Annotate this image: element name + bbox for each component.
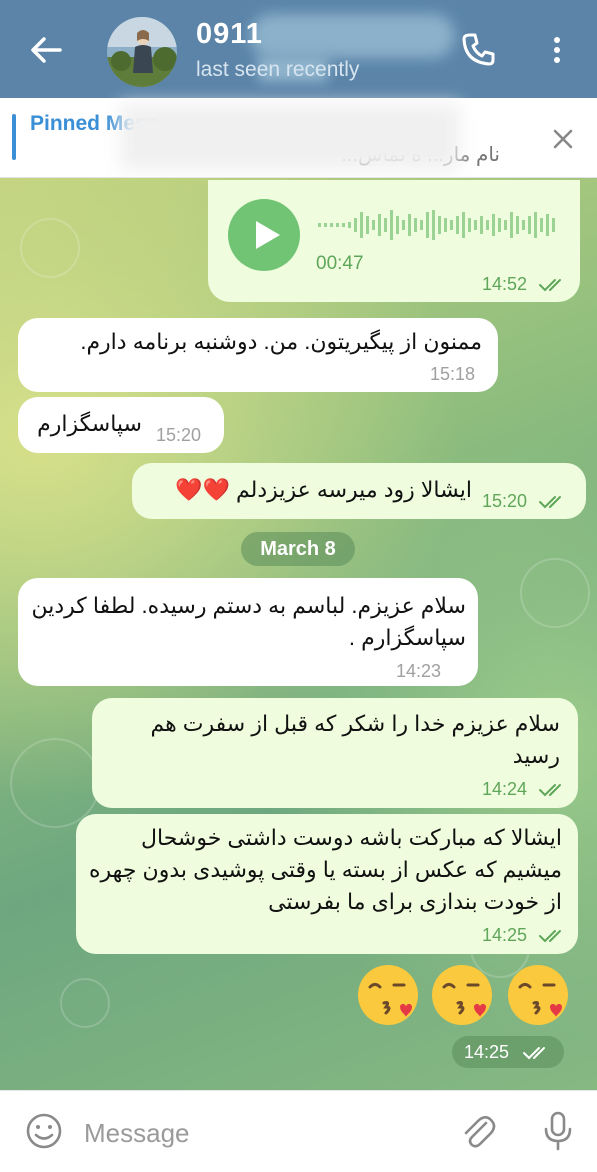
message-text: ایشالا زود میرسه عزیزدلم ❤️❤️ (175, 477, 472, 502)
microphone-icon[interactable] (538, 1109, 578, 1153)
play-icon (256, 221, 280, 249)
kissing-heart-emoji-icon[interactable] (356, 963, 420, 1027)
contact-title: 0911 (196, 18, 263, 50)
wallpaper-doodle (520, 558, 590, 628)
kissing-heart-emoji-icon[interactable] (430, 963, 494, 1027)
double-check-icon (539, 279, 561, 292)
message-time: 14:52 (482, 274, 528, 294)
more-vertical-icon[interactable] (543, 30, 571, 70)
chat-header: 0911 last seen recently (0, 0, 597, 98)
paperclip-icon[interactable] (458, 1111, 498, 1151)
double-check-icon (523, 1047, 545, 1060)
voice-waveform[interactable] (318, 208, 558, 242)
message-time: 15:20 (482, 491, 528, 511)
message-composer (0, 1090, 597, 1172)
message-time: 15:20 (156, 425, 202, 445)
redacted-pinned-blur (120, 104, 460, 170)
message-time: 14:24 (482, 779, 528, 799)
message-text: سلام عزیزم خدا را شکر که قبل از سفرت هم … (150, 711, 560, 768)
wallpaper-doodle (10, 738, 100, 828)
message-time: 15:18 (430, 364, 476, 384)
date-separator: March 8 (241, 532, 355, 566)
message-input[interactable] (84, 1113, 424, 1153)
redacted-title-blur (250, 14, 455, 58)
voice-duration: 00:47 (316, 253, 364, 274)
message-text: ایشالا که مبارکت باشه دوست داشتی خوشحال … (89, 825, 562, 914)
wallpaper-doodle (20, 218, 80, 278)
close-icon[interactable] (548, 124, 578, 154)
avatar[interactable] (107, 17, 177, 87)
kissing-heart-emoji-icon[interactable] (506, 963, 570, 1027)
wallpaper-doodle (60, 978, 110, 1028)
message-text: سپاسگزارم (37, 411, 142, 436)
last-seen-status: last seen recently (196, 58, 360, 81)
message-text: سلام عزیزم. لباسم به دستم رسیده. لطفا کر… (31, 593, 466, 650)
double-check-icon (539, 784, 561, 797)
phone-icon[interactable] (458, 30, 498, 70)
date-separator-label: March 8 (260, 538, 336, 560)
play-button[interactable] (228, 199, 300, 271)
pinned-accent-bar (12, 114, 16, 160)
message-time: 14:25 (464, 1042, 510, 1062)
emoji-time-pill: 14:25 (452, 1036, 564, 1068)
double-check-icon (539, 930, 561, 943)
message-time: 14:23 (396, 661, 442, 681)
smile-icon[interactable] (24, 1111, 64, 1151)
double-check-icon (539, 496, 561, 509)
message-text: ممنون از پیگیریتون. من. دوشنبه برنامه دا… (80, 329, 482, 354)
message-time: 14:25 (482, 925, 528, 945)
back-arrow-icon[interactable] (24, 28, 68, 72)
